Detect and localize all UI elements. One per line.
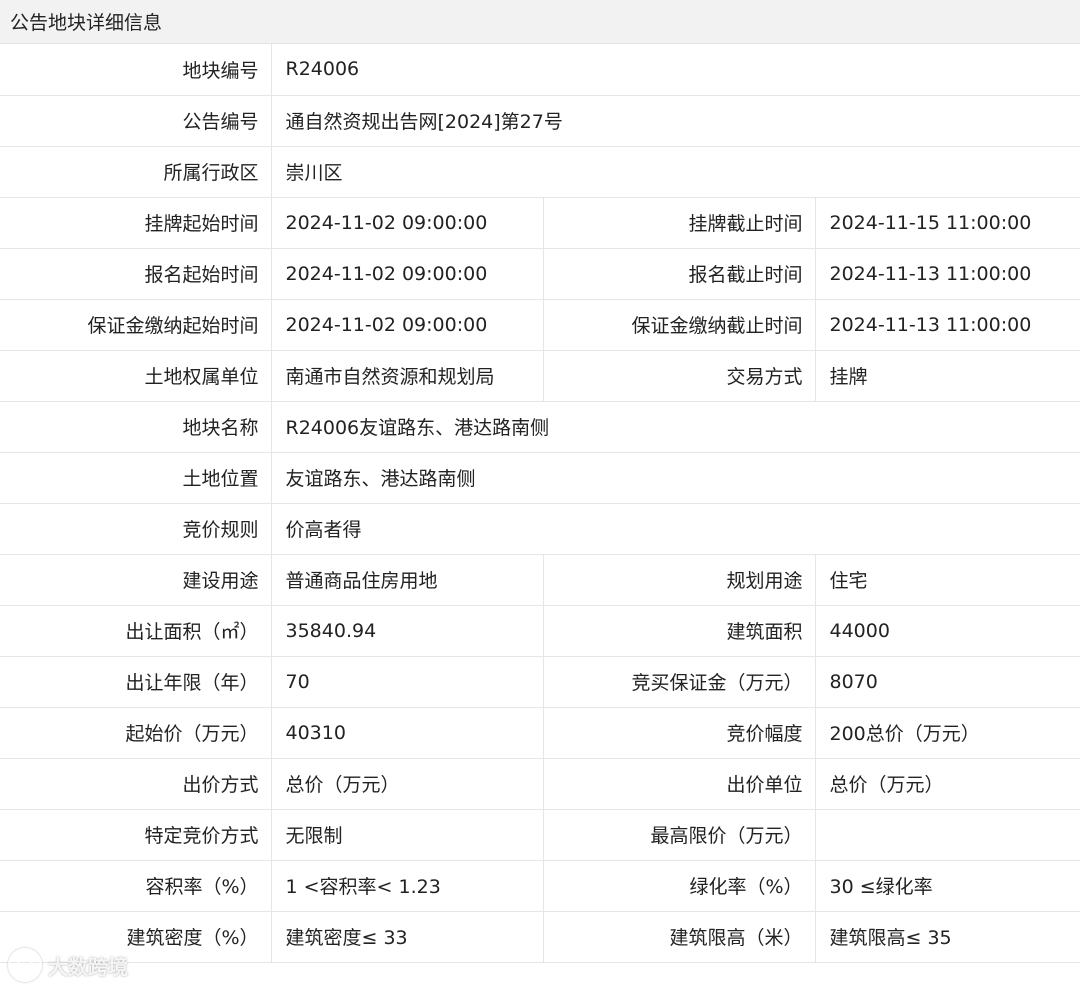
table-row: 报名起始时间 2024-11-02 09:00:00 报名截止时间 2024-1… <box>0 248 1080 300</box>
field-value: 2024-11-13 11:00:00 <box>815 299 1080 351</box>
table-row: 出让年限（年） 70 竞买保证金（万元） 8070 <box>0 656 1080 708</box>
field-label: 竞价规则 <box>0 503 272 555</box>
land-detail-table: 地块编号 R24006 公告编号 通自然资规出告网[2024]第27号 所属行政… <box>0 44 1080 963</box>
field-value: 挂牌 <box>815 350 1080 402</box>
field-value <box>815 809 1080 861</box>
field-value: 2024-11-02 09:00:00 <box>271 197 544 249</box>
table-row: 保证金缴纳起始时间 2024-11-02 09:00:00 保证金缴纳截止时间 … <box>0 299 1080 351</box>
field-value: 普通商品住房用地 <box>271 554 544 606</box>
field-label: 绿化率（%） <box>543 860 816 912</box>
field-label: 挂牌截止时间 <box>543 197 816 249</box>
field-label: 规划用途 <box>543 554 816 606</box>
field-value: R24006 <box>271 44 1080 96</box>
field-value: 建筑限高≤ 35 <box>815 911 1080 963</box>
field-value: 通自然资规出告网[2024]第27号 <box>271 95 1080 147</box>
field-label: 土地位置 <box>0 452 272 504</box>
field-label: 出价方式 <box>0 758 272 810</box>
table-row: 容积率（%） 1 <容积率< 1.23 绿化率（%） 30 ≤绿化率 <box>0 860 1080 912</box>
field-value: 70 <box>271 656 544 708</box>
table-row: 土地权属单位 南通市自然资源和规划局 交易方式 挂牌 <box>0 350 1080 402</box>
field-label: 容积率（%） <box>0 860 272 912</box>
field-value: 建筑密度≤ 33 <box>271 911 544 963</box>
field-label: 报名起始时间 <box>0 248 272 300</box>
table-row: 建筑密度（%） 建筑密度≤ 33 建筑限高（米） 建筑限高≤ 35 <box>0 911 1080 963</box>
table-row: 起始价（万元） 40310 竞价幅度 200总价（万元） <box>0 707 1080 759</box>
field-label: 保证金缴纳截止时间 <box>543 299 816 351</box>
field-label: 出让年限（年） <box>0 656 272 708</box>
table-row: 地块名称 R24006友谊路东、港达路南侧 <box>0 401 1080 453</box>
table-row: 土地位置 友谊路东、港达路南侧 <box>0 452 1080 504</box>
field-value: 总价（万元） <box>815 758 1080 810</box>
field-value: 30 ≤绿化率 <box>815 860 1080 912</box>
field-value: 35840.94 <box>271 605 544 657</box>
field-label: 最高限价（万元） <box>543 809 816 861</box>
field-label: 竞买保证金（万元） <box>543 656 816 708</box>
field-label: 特定竞价方式 <box>0 809 272 861</box>
field-label: 报名截止时间 <box>543 248 816 300</box>
table-row: 出让面积（㎡） 35840.94 建筑面积 44000 <box>0 605 1080 657</box>
section-title-text: 公告地块详细信息 <box>10 12 163 34</box>
table-row: 公告编号 通自然资规出告网[2024]第27号 <box>0 95 1080 147</box>
table-row: 挂牌起始时间 2024-11-02 09:00:00 挂牌截止时间 2024-1… <box>0 197 1080 249</box>
field-label: 地块名称 <box>0 401 272 453</box>
table-row: 特定竞价方式 无限制 最高限价（万元） <box>0 809 1080 861</box>
field-value: 住宅 <box>815 554 1080 606</box>
field-label: 保证金缴纳起始时间 <box>0 299 272 351</box>
field-label: 竞价幅度 <box>543 707 816 759</box>
field-value: R24006友谊路东、港达路南侧 <box>271 401 1080 453</box>
field-value: 2024-11-15 11:00:00 <box>815 197 1080 249</box>
field-label: 地块编号 <box>0 44 272 96</box>
field-label: 出让面积（㎡） <box>0 605 272 657</box>
field-value: 2024-11-02 09:00:00 <box>271 248 544 300</box>
field-label: 建筑限高（米） <box>543 911 816 963</box>
table-row: 出价方式 总价（万元） 出价单位 总价（万元） <box>0 758 1080 810</box>
field-label: 公告编号 <box>0 95 272 147</box>
field-label: 所属行政区 <box>0 146 272 198</box>
field-label: 建设用途 <box>0 554 272 606</box>
field-label: 起始价（万元） <box>0 707 272 759</box>
field-value: 友谊路东、港达路南侧 <box>271 452 1080 504</box>
field-value: 价高者得 <box>271 503 1080 555</box>
field-label: 挂牌起始时间 <box>0 197 272 249</box>
field-value: 崇川区 <box>271 146 1080 198</box>
field-label: 建筑面积 <box>543 605 816 657</box>
field-value: 40310 <box>271 707 544 759</box>
table-row: 所属行政区 崇川区 <box>0 146 1080 198</box>
table-row: 建设用途 普通商品住房用地 规划用途 住宅 <box>0 554 1080 606</box>
field-label: 土地权属单位 <box>0 350 272 402</box>
field-label: 交易方式 <box>543 350 816 402</box>
field-value: 44000 <box>815 605 1080 657</box>
field-value: 8070 <box>815 656 1080 708</box>
field-value: 200总价（万元） <box>815 707 1080 759</box>
field-value: 2024-11-13 11:00:00 <box>815 248 1080 300</box>
field-value: 总价（万元） <box>271 758 544 810</box>
field-value: 南通市自然资源和规划局 <box>271 350 544 402</box>
table-row: 地块编号 R24006 <box>0 44 1080 96</box>
field-value: 2024-11-02 09:00:00 <box>271 299 544 351</box>
table-row: 竞价规则 价高者得 <box>0 503 1080 555</box>
field-value: 1 <容积率< 1.23 <box>271 860 544 912</box>
field-value: 无限制 <box>271 809 544 861</box>
field-label: 建筑密度（%） <box>0 911 272 963</box>
section-title: 公告地块详细信息 <box>0 0 1080 44</box>
field-label: 出价单位 <box>543 758 816 810</box>
